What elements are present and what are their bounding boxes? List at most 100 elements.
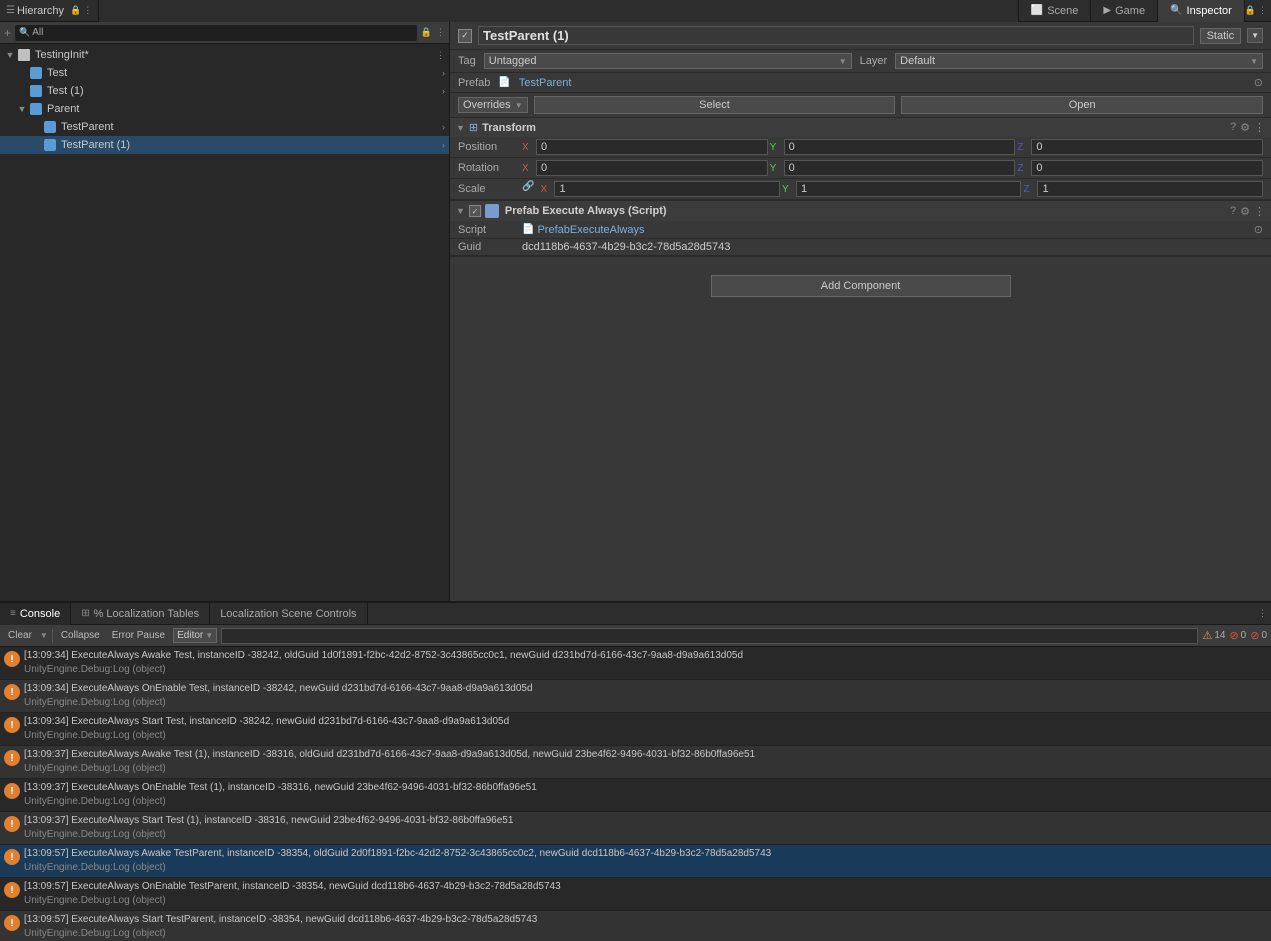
- scale-lock-icon[interactable]: 🔗: [522, 181, 534, 197]
- go-enabled-checkbox[interactable]: ✓: [458, 29, 472, 43]
- hierarchy-content: ▼ TestingInit* ⋮ Test › Test (1) › ▼: [0, 44, 449, 601]
- static-button[interactable]: Static: [1200, 28, 1242, 44]
- script-settings-icon[interactable]: ⚙: [1240, 205, 1250, 218]
- add-component-container: Add Component: [450, 257, 1271, 315]
- tree-chevron-test: ›: [442, 68, 445, 78]
- log-item-1[interactable]: ! [13:09:34] ExecuteAlways Awake Test, i…: [0, 647, 1271, 680]
- tree-item-testparent1[interactable]: TestParent (1) ›: [0, 136, 449, 154]
- script-help-icon[interactable]: ?: [1230, 205, 1236, 218]
- bottom-panel-menu-icon[interactable]: ⋮: [1258, 608, 1267, 619]
- script-enabled-checkbox[interactable]: ✓: [469, 205, 481, 217]
- tree-item-test[interactable]: Test ›: [0, 64, 449, 82]
- tree-options-testinginit[interactable]: ⋮: [436, 50, 445, 61]
- console-search-input[interactable]: [221, 628, 1198, 644]
- prefab-target-icon[interactable]: ⊙: [1254, 76, 1263, 89]
- clear-dropdown-arrow[interactable]: ▼: [40, 631, 48, 640]
- log-item-7[interactable]: ! [13:09:57] ExecuteAlways Awake TestPar…: [0, 845, 1271, 878]
- rotation-z-input[interactable]: [1031, 160, 1263, 176]
- tree-item-parent[interactable]: ▼ Parent: [0, 100, 449, 118]
- tab-console[interactable]: ≡ Console: [0, 603, 71, 625]
- tab-localization[interactable]: ⊞ % Localization Tables: [71, 603, 210, 625]
- hierarchy-search-input[interactable]: [32, 27, 413, 38]
- rotation-y-input[interactable]: [784, 160, 1016, 176]
- log-item-9[interactable]: ! [13:09:57] ExecuteAlways Start TestPar…: [0, 911, 1271, 941]
- scale-z-field: Z: [1023, 181, 1263, 197]
- log-item-6[interactable]: ! [13:09:37] ExecuteAlways Start Test (1…: [0, 812, 1271, 845]
- script-menu-icon[interactable]: ⋮: [1254, 205, 1265, 218]
- tag-value: Untagged: [489, 55, 537, 67]
- position-z-input[interactable]: [1031, 139, 1263, 155]
- go-name-input[interactable]: [478, 26, 1194, 45]
- select-button[interactable]: Select: [534, 96, 896, 114]
- hierarchy-options-icon[interactable]: ⋮: [436, 27, 445, 38]
- tree-item-testinginit[interactable]: ▼ TestingInit* ⋮: [0, 46, 449, 64]
- rotation-x-input[interactable]: [536, 160, 768, 176]
- tab-inspector[interactable]: 🔍 Inspector: [1158, 0, 1245, 22]
- add-component-button[interactable]: Add Component: [711, 275, 1011, 297]
- scale-x-input[interactable]: [554, 181, 780, 197]
- position-y-input[interactable]: [784, 139, 1016, 155]
- hierarchy-tab-label[interactable]: Hierarchy: [17, 5, 64, 17]
- clear-button[interactable]: Clear: [4, 628, 36, 643]
- rotation-x-label: X: [522, 163, 534, 174]
- transform-title: Transform: [482, 122, 1226, 134]
- position-y-field: Y: [770, 139, 1016, 155]
- error-pause-button[interactable]: Error Pause: [108, 628, 169, 643]
- overrides-dropdown[interactable]: Overrides ▼: [458, 97, 528, 113]
- transform-header[interactable]: ▼ ⊞ Transform ? ⚙ ⋮: [450, 118, 1271, 137]
- hierarchy-menu-icon[interactable]: ⋮: [83, 5, 92, 16]
- tab-inspector-label: Inspector: [1187, 5, 1232, 17]
- position-x-input[interactable]: [536, 139, 768, 155]
- tree-label-test: Test: [47, 67, 67, 79]
- layer-dropdown[interactable]: Default ▼: [895, 53, 1263, 69]
- transform-settings-icon[interactable]: ⚙: [1240, 121, 1250, 134]
- hierarchy-lock-icon2[interactable]: 🔒: [421, 27, 432, 38]
- error-icon-1: ⊘: [1229, 629, 1238, 642]
- scale-x-field: X: [540, 181, 780, 197]
- top-tab-bar: ☰ Hierarchy 🔒 ⋮ ⬜ Scene ▶ Game 🔍 Inspect…: [0, 0, 1271, 22]
- editor-label: Editor: [177, 630, 203, 641]
- hierarchy-search[interactable]: 🔍: [15, 25, 417, 41]
- gameobject-header: ✓ Static ▼: [450, 22, 1271, 50]
- log-item-8[interactable]: ! [13:09:57] ExecuteAlways OnEnable Test…: [0, 878, 1271, 911]
- script-target-icon[interactable]: ⊙: [1254, 223, 1263, 236]
- tag-dropdown[interactable]: Untagged ▼: [484, 53, 852, 69]
- script-field-row: Script 📄 PrefabExecuteAlways ⊙: [450, 221, 1271, 239]
- rotation-z-label: Z: [1017, 163, 1029, 174]
- static-dropdown-arrow[interactable]: ▼: [1247, 28, 1263, 43]
- scale-label: Scale: [458, 183, 518, 195]
- inspector-lock-icon[interactable]: 🔒: [1245, 5, 1256, 16]
- game-icon: ▶: [1103, 5, 1111, 16]
- log-item-5[interactable]: ! [13:09:37] ExecuteAlways OnEnable Test…: [0, 779, 1271, 812]
- script-file-icon: 📄: [522, 224, 534, 235]
- log-item-4[interactable]: ! [13:09:37] ExecuteAlways Awake Test (1…: [0, 746, 1271, 779]
- log-item-3[interactable]: ! [13:09:34] ExecuteAlways Start Test, i…: [0, 713, 1271, 746]
- tag-label: Tag: [458, 55, 476, 67]
- scale-y-input[interactable]: [796, 181, 1022, 197]
- log-item-2[interactable]: ! [13:09:34] ExecuteAlways OnEnable Test…: [0, 680, 1271, 713]
- tree-item-test1[interactable]: Test (1) ›: [0, 82, 449, 100]
- collapse-button[interactable]: Collapse: [57, 628, 104, 643]
- localization-tab-icon: ⊞: [81, 608, 89, 619]
- tab-game[interactable]: ▶ Game: [1091, 0, 1158, 22]
- inspector-menu-icon[interactable]: ⋮: [1258, 5, 1267, 16]
- layer-value: Default: [900, 55, 935, 67]
- tab-scene[interactable]: ⬜ Scene: [1018, 0, 1092, 22]
- log-icon-8: !: [4, 882, 20, 898]
- transform-menu-icon[interactable]: ⋮: [1254, 121, 1265, 134]
- hierarchy-lock-icon[interactable]: 🔒: [70, 5, 81, 16]
- script-value-container: 📄 PrefabExecuteAlways: [522, 224, 1250, 236]
- open-button[interactable]: Open: [901, 96, 1263, 114]
- scale-z-input[interactable]: [1037, 181, 1263, 197]
- prefab-script-header[interactable]: ▼ ✓ Prefab Execute Always (Script) ? ⚙ ⋮: [450, 201, 1271, 221]
- editor-dropdown[interactable]: Editor ▼: [173, 628, 217, 643]
- add-icon[interactable]: +: [4, 26, 11, 40]
- tree-item-testparent[interactable]: TestParent ›: [0, 118, 449, 136]
- transform-help-icon[interactable]: ?: [1230, 121, 1236, 134]
- tab-locscene[interactable]: Localization Scene Controls: [210, 603, 367, 625]
- error-count-2-value: 0: [1261, 630, 1267, 641]
- scale-xyz: 🔗 X Y Z: [522, 181, 1263, 197]
- guid-field-row: Guid dcd118b6-4637-4b29-b3c2-78d5a28d574…: [450, 239, 1271, 256]
- tree-label-test1: Test (1): [47, 85, 84, 97]
- console-log: ! [13:09:34] ExecuteAlways Awake Test, i…: [0, 647, 1271, 941]
